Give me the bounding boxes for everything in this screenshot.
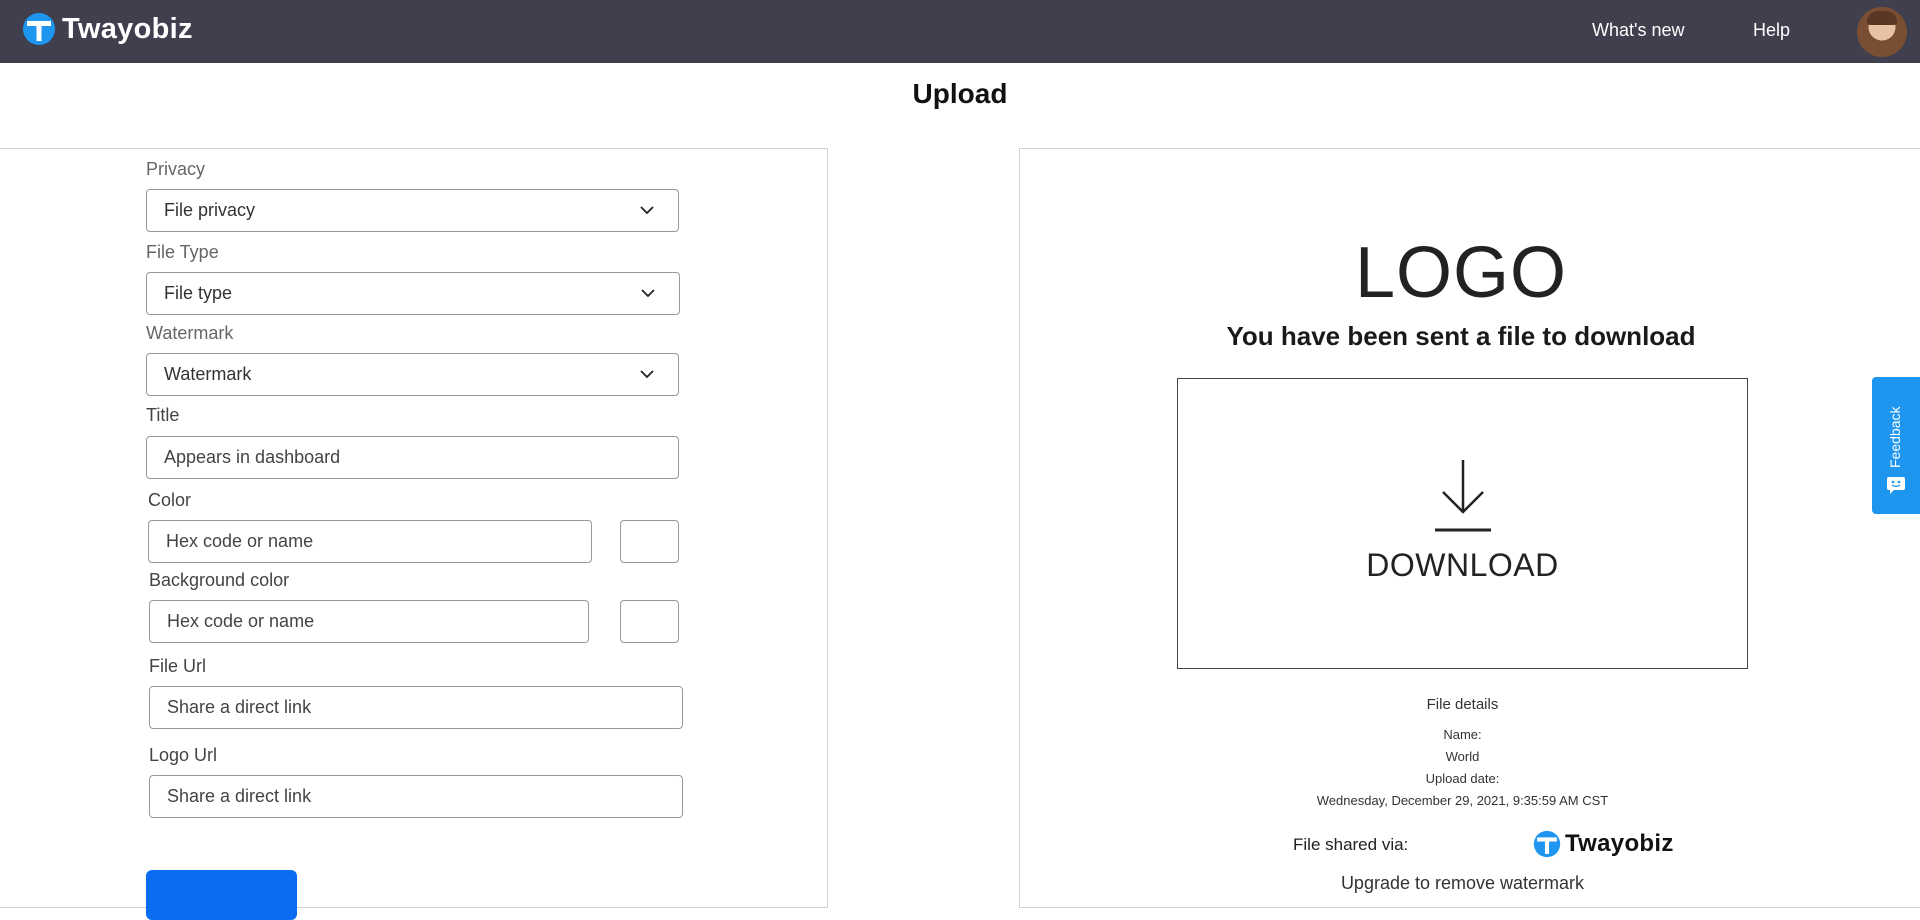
shared-brand: Twayobiz: [1533, 830, 1674, 858]
color-swatch[interactable]: [620, 520, 679, 563]
filetype-select[interactable]: File type: [146, 272, 680, 315]
chevron-down-icon: [640, 370, 654, 379]
title-input-placeholder: Appears in dashboard: [164, 447, 341, 467]
logourl-input-placeholder: Share a direct link: [167, 786, 312, 806]
feedback-smile-icon: [1887, 477, 1905, 494]
nav-whats-new-link[interactable]: What's new: [1592, 20, 1684, 41]
file-details-title: File details: [1426, 696, 1499, 713]
color-input[interactable]: Hex code or name: [148, 520, 592, 563]
filetype-select-value: File type: [164, 283, 233, 303]
chevron-down-icon: [641, 289, 655, 298]
brand-name: Twayobiz: [62, 12, 193, 45]
top-navbar: Twayobiz What's new Help: [0, 0, 1920, 63]
color-input-placeholder: Hex code or name: [166, 531, 314, 551]
preview-logo-placeholder: LOGO: [1354, 233, 1568, 313]
bgcolor-input[interactable]: Hex code or name: [149, 600, 589, 643]
shared-brand-name: Twayobiz: [1565, 830, 1674, 857]
upload-date-value: Wednesday, December 29, 2021, 9:35:59 AM…: [1316, 793, 1609, 808]
chevron-down-icon: [640, 206, 654, 215]
watermark-select[interactable]: Watermark: [146, 353, 679, 396]
color-label: Color: [148, 490, 192, 510]
upgrade-link[interactable]: Upgrade to remove watermark: [1177, 873, 1748, 894]
shared-via-label: File shared via:: [1293, 835, 1409, 854]
upload-button[interactable]: [146, 870, 297, 920]
privacy-select-value: File privacy: [164, 200, 256, 220]
logourl-input[interactable]: Share a direct link: [149, 775, 683, 818]
fileurl-label: File Url: [149, 656, 206, 676]
title-input[interactable]: Appears in dashboard: [146, 436, 679, 479]
download-arrow-icon: [1435, 460, 1491, 532]
nav-help-link[interactable]: Help: [1753, 20, 1790, 41]
bgcolor-label: Background color: [149, 570, 290, 590]
bgcolor-input-placeholder: Hex code or name: [167, 611, 315, 631]
privacy-label: Privacy: [146, 159, 206, 179]
brand-logo-icon: [23, 13, 55, 45]
file-name-label: Name:: [1443, 727, 1482, 742]
logourl-label: Logo Url: [149, 745, 218, 765]
fileurl-input[interactable]: Share a direct link: [149, 686, 683, 729]
preview-subtitle: You have been sent a file to download: [1226, 321, 1696, 351]
upload-date-label: Upload date:: [1425, 771, 1500, 786]
privacy-select[interactable]: File privacy: [146, 189, 679, 232]
download-label: DOWNLOAD: [1366, 547, 1559, 583]
page-title: Upload: [912, 78, 1008, 109]
bgcolor-swatch[interactable]: [620, 600, 679, 643]
watermark-select-value: Watermark: [164, 364, 252, 384]
fileurl-input-placeholder: Share a direct link: [167, 697, 312, 717]
file-name-value: World: [1445, 749, 1480, 764]
watermark-label: Watermark: [146, 323, 234, 343]
title-label: Title: [146, 405, 180, 425]
filetype-label: File Type: [146, 242, 219, 262]
feedback-label: Feedback: [1887, 406, 1903, 468]
brand[interactable]: Twayobiz: [22, 12, 193, 46]
brand-logo-icon: [1533, 830, 1561, 858]
user-avatar[interactable]: [1857, 7, 1907, 57]
